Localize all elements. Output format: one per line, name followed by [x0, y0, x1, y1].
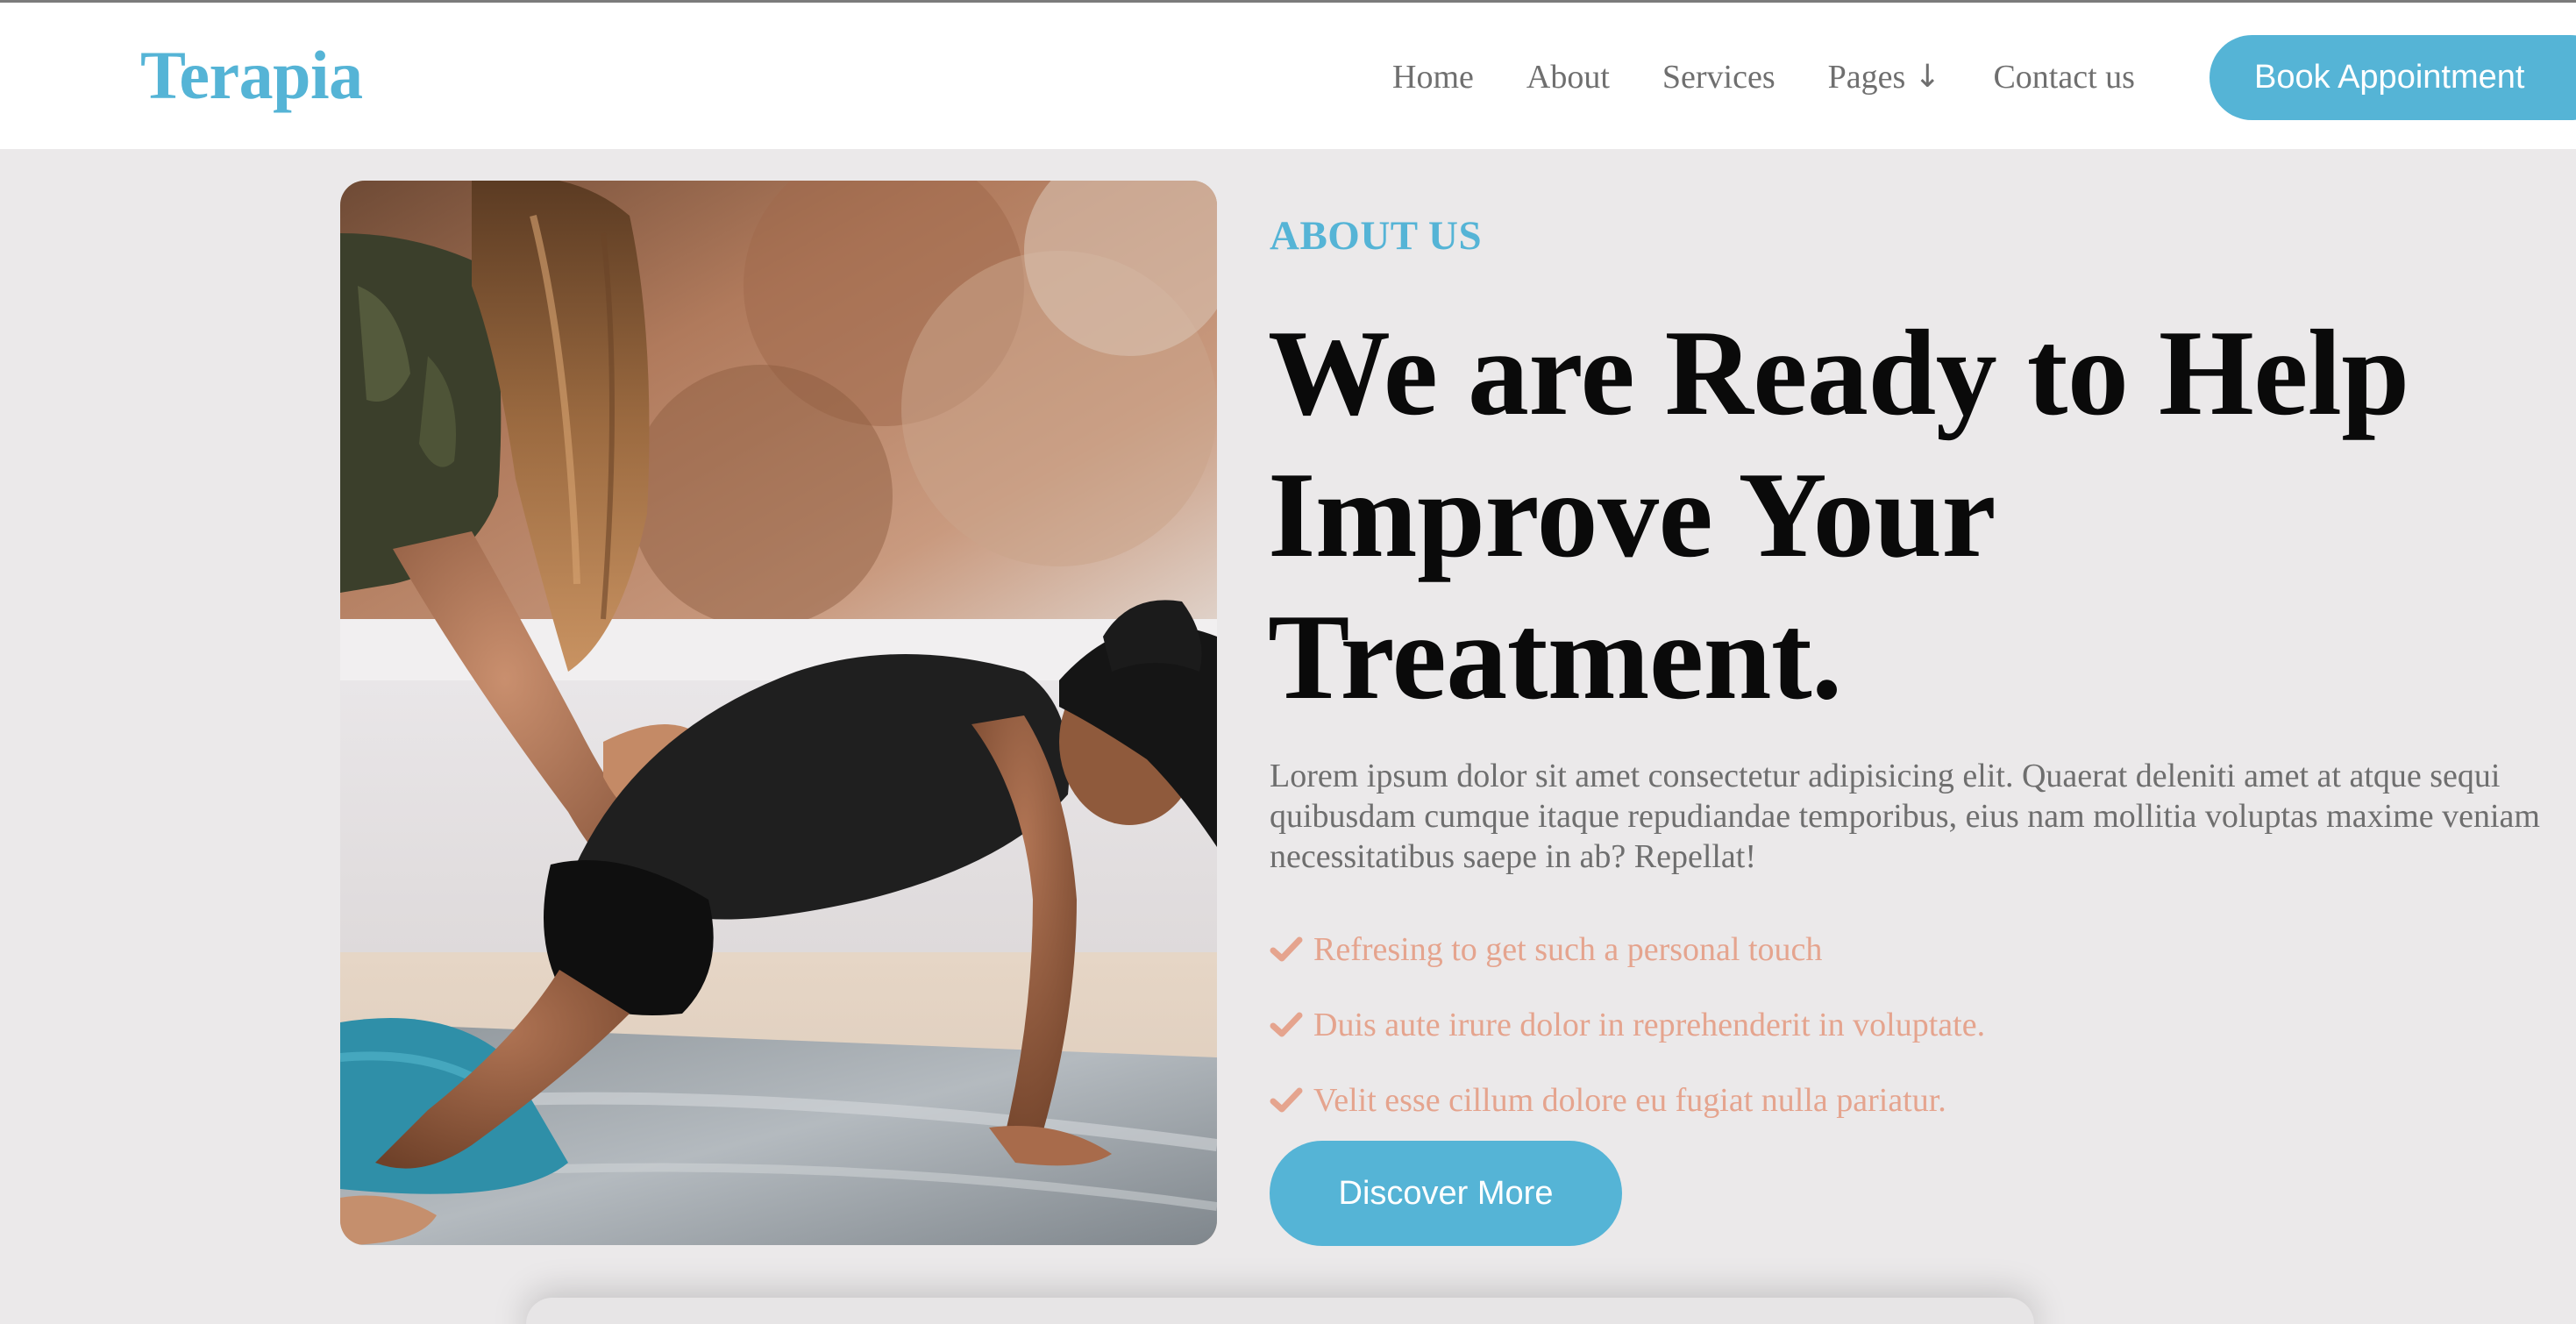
next-section-card-edge: [526, 1298, 2034, 1324]
headline-line-2: Improve Your: [1268, 447, 1996, 583]
nav-contact[interactable]: Contact us: [1993, 58, 2134, 96]
feature-text: Duis aute irure dolor in reprehenderit i…: [1313, 1007, 1986, 1043]
nav-services[interactable]: Services: [1662, 58, 1775, 96]
feature-item: Velit esse cillum dolore eu fugiat nulla…: [1270, 1063, 1985, 1138]
page: Terapia Home About Services Pages ↓ Cont…: [0, 0, 2576, 1324]
main-nav: Home About Services Pages ↓ Contact us: [1392, 55, 2135, 99]
feature-item: Refresing to get such a personal touch: [1270, 912, 1985, 987]
headline-line-1: We are Ready to Help: [1268, 305, 2409, 441]
about-description: Lorem ipsum dolor sit amet consectetur a…: [1270, 758, 2540, 875]
about-headline: We are Ready to Help Improve Your Treatm…: [1268, 303, 2565, 729]
site-header: Terapia Home About Services Pages ↓ Cont…: [0, 3, 2576, 149]
section-eyebrow: ABOUT US: [1270, 213, 1483, 259]
check-icon: [1270, 936, 1303, 962]
nav-about-label: About: [1526, 59, 1610, 96]
feature-list: Refresing to get such a personal touch D…: [1270, 912, 1985, 1138]
nav-contact-label: Contact us: [1993, 59, 2135, 96]
feature-text: Refresing to get such a personal touch: [1313, 931, 1823, 968]
headline-line-3: Treatment.: [1268, 589, 1842, 725]
arrow-down-icon: ↓: [1914, 59, 1941, 95]
check-icon: [1270, 1012, 1303, 1037]
nav-home-label: Home: [1392, 59, 1474, 96]
discover-more-button[interactable]: Discover More: [1270, 1141, 1622, 1246]
nav-pages-dropdown[interactable]: Pages ↓: [1828, 58, 1941, 96]
book-appointment-button[interactable]: Book Appointment: [2210, 35, 2576, 120]
feature-item: Duis aute irure dolor in reprehenderit i…: [1270, 987, 1985, 1063]
logo[interactable]: Terapia: [140, 36, 363, 115]
nav-about[interactable]: About: [1526, 58, 1610, 96]
nav-pages-label: Pages: [1827, 59, 1906, 96]
check-icon: [1270, 1087, 1303, 1113]
nav-home[interactable]: Home: [1392, 58, 1474, 96]
about-photo: [340, 181, 1217, 1245]
feature-text: Velit esse cillum dolore eu fugiat nulla…: [1313, 1082, 1946, 1119]
nav-services-label: Services: [1662, 59, 1775, 96]
